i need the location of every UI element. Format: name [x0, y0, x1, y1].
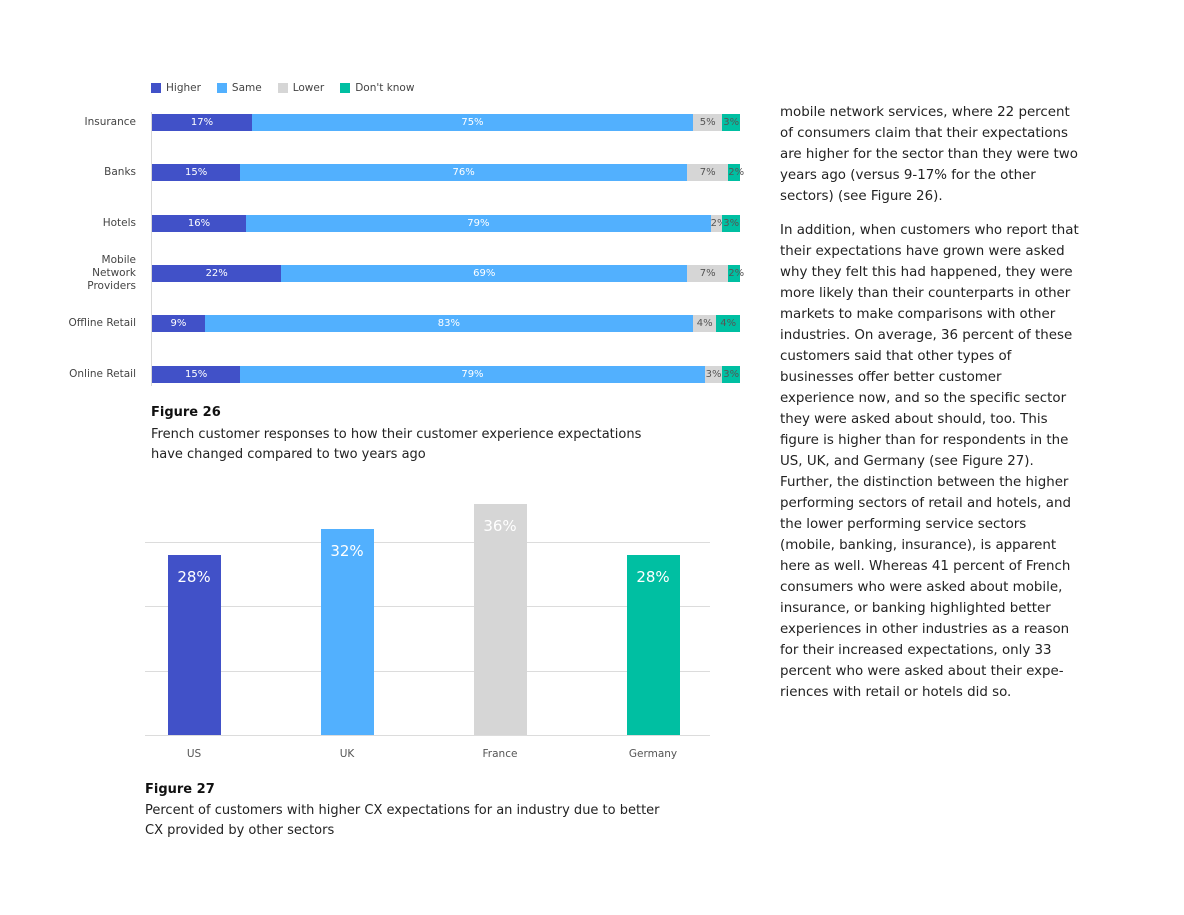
fig26-bar-segment-same: 79% [240, 366, 705, 383]
fig27-data-label: 36% [483, 516, 517, 535]
fig26-bar-segment-don-t-know: 2% [728, 265, 744, 282]
fig26-bar-segment-higher: 9% [152, 315, 205, 332]
legend-label: Lower [292, 82, 325, 94]
legend-item-higher: Higher [151, 82, 201, 94]
fig27-category-label: US [186, 748, 202, 760]
legend-swatch-don-t-know [340, 83, 351, 93]
legend-label: Don't know [355, 82, 415, 94]
fig26-bar-segment-higher: 15% [152, 164, 241, 181]
fig26-bar-segment-same: 76% [240, 164, 688, 181]
fig26-data-label: 3% [723, 369, 740, 380]
fig26-data-label: 4% [720, 318, 737, 329]
fig26-data-label: 2% [728, 268, 745, 279]
fig26-bar-segment-higher: 16% [152, 215, 247, 232]
fig26-category-label: Banks [104, 166, 136, 178]
fig27-category-label: France [482, 748, 518, 760]
fig26-data-label: 4% [696, 318, 713, 329]
fig26-caption: French customer responses to how their c… [151, 427, 642, 462]
fig27-baseline [145, 735, 710, 736]
fig26-bar-segment-lower: 2% [710, 215, 726, 232]
fig26-bar-segment-higher: 17% [152, 114, 252, 131]
legend-item-don-t-know: Don't know [340, 82, 414, 94]
fig26-bar-segment-don-t-know: 3% [722, 215, 740, 232]
fig26-bar-segment-lower: 7% [687, 164, 729, 181]
fig27-gridline [145, 606, 710, 608]
fig26-data-label: 79% [467, 218, 490, 229]
fig27-data-label: 28% [177, 567, 211, 586]
legend-label: Same [231, 82, 262, 94]
fig27-gridline [145, 670, 710, 672]
fig26-data-label: 17% [190, 117, 214, 128]
fig26-bar-segment-same: 79% [246, 215, 711, 232]
fig26-data-label: 69% [473, 268, 496, 279]
fig27-data-label: 32% [330, 542, 364, 561]
fig26-data-label: 2% [728, 167, 745, 178]
fig27-category-label: UK [339, 748, 355, 760]
legend-swatch-higher [151, 83, 161, 93]
fig27-bar-france [473, 503, 527, 735]
fig26-data-label: 9% [170, 318, 187, 329]
fig26-title: Figure 26 [151, 405, 221, 420]
fig26-bar-segment-higher: 15% [152, 366, 241, 383]
body-text-column: mobile network services, where 22 percen… [780, 102, 1080, 716]
fig26-bar-segment-don-t-know: 2% [728, 164, 744, 181]
fig26-category-label: Insurance [84, 116, 136, 128]
fig27-title: Figure 27 [145, 782, 215, 797]
fig26-data-label: 7% [699, 268, 716, 279]
fig26-bar-segment-lower: 3% [704, 366, 723, 383]
fig26-data-label: 22% [205, 268, 228, 279]
fig27-category-label: Germany [628, 748, 678, 760]
legend-item-same: Same [216, 82, 262, 94]
fig26-data-label: 3% [705, 369, 722, 380]
fig26-bar-segment-lower: 5% [692, 114, 723, 131]
fig26-data-label: 3% [723, 117, 740, 128]
body-paragraph-2: In addition, when customers who report t… [780, 223, 1079, 700]
fig26-data-label: 15% [184, 369, 208, 380]
legend-item-lower: Lower [277, 82, 325, 94]
body-paragraph-1: mobile network services, where 22 percen… [780, 105, 1078, 204]
legend-label: Higher [166, 82, 201, 94]
fig26-data-label: 16% [187, 218, 211, 229]
legend-swatch-same [216, 83, 227, 93]
fig26-bar-segment-don-t-know: 4% [716, 315, 740, 332]
fig26-category-label: Online Retail [69, 368, 136, 380]
fig27-caption: Percent of customers with higher CX expe… [145, 803, 660, 838]
fig26-data-label: 7% [699, 167, 716, 178]
fig26-category-label: Offline Retail [68, 317, 136, 329]
fig26-bar-segment-same: 75% [251, 114, 693, 131]
fig26-bar-segment-don-t-know: 3% [722, 366, 740, 383]
fig26-category-label: Mobile Network Providers [87, 254, 136, 292]
legend-swatch-lower [277, 83, 288, 93]
fig26-data-label: 5% [699, 117, 716, 128]
fig26-legend: Higher Same Lower Don't know [151, 82, 414, 94]
fig26-bar-segment-lower: 4% [692, 315, 717, 332]
fig26-bar-segment-don-t-know: 3% [722, 114, 740, 131]
fig26-data-label: 3% [723, 218, 740, 229]
fig26-bar-segment-higher: 22% [152, 265, 282, 282]
fig26-y-axis-line [151, 112, 152, 386]
fig26-data-label: 79% [461, 369, 484, 380]
fig27-gridline [145, 542, 710, 544]
fig26-category-label: Hotels [102, 217, 136, 229]
fig26-bar-segment-lower: 7% [687, 265, 729, 282]
fig27-data-label: 28% [636, 567, 670, 586]
fig26-data-label: 83% [437, 318, 461, 329]
fig26-bar-segment-same: 69% [281, 265, 688, 282]
fig26-data-label: 75% [461, 117, 484, 128]
fig26-data-label: 76% [452, 167, 475, 178]
fig26-bar-segment-same: 83% [204, 315, 693, 332]
fig26-data-label: 15% [184, 167, 208, 178]
